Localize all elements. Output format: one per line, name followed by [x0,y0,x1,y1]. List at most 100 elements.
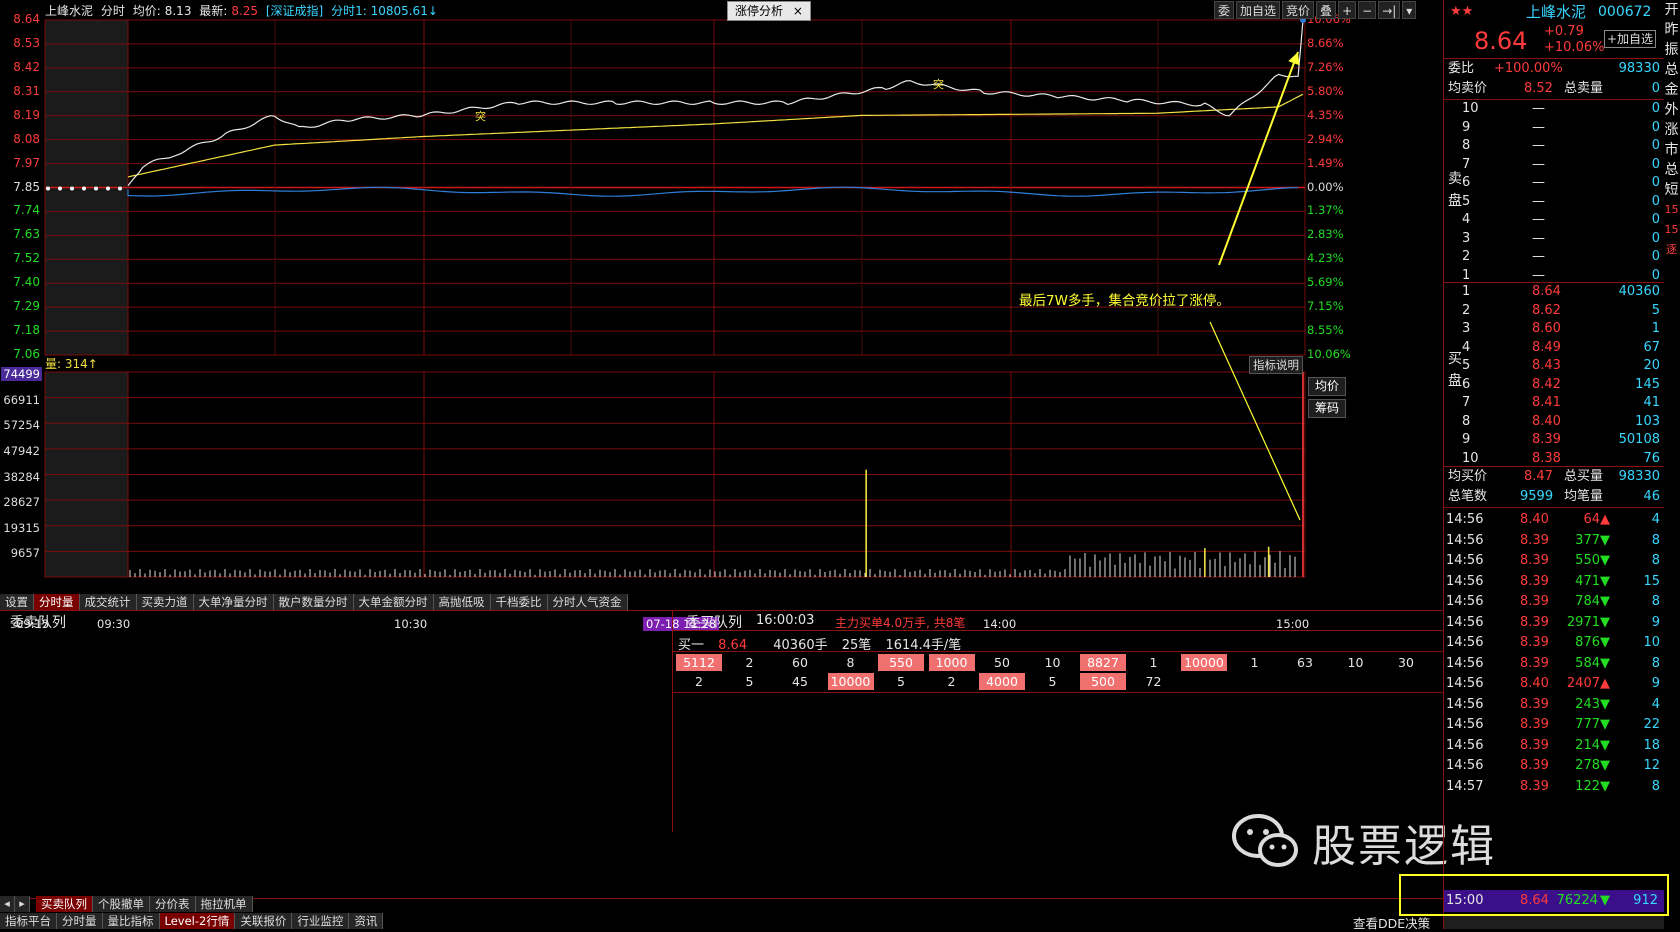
level-volume: 0 [1651,138,1660,153]
buy-queue-title: 委买队列 [686,615,742,631]
entrust-button[interactable]: 委 [1214,1,1235,19]
plus-icon[interactable]: + [1338,1,1357,19]
tab-1[interactable]: 分时量 [34,594,80,610]
tab-0[interactable]: 买卖队列 [36,896,93,912]
tab-9[interactable]: 分时人气资金 [547,594,628,610]
level-volume: 0 [1651,101,1660,116]
pct-tick-label: 7.26% [1307,59,1344,74]
tick-time: 14:57 [1446,778,1484,794]
auction-dot [106,186,110,191]
summary-value: 15 [1664,203,1679,216]
tick-row[interactable]: 14:56 8.39 584 ▼ 8 [1446,653,1664,675]
tick-volume: 122 [1575,778,1600,794]
quote-panel: ★★ 上峰水泥 000672 8.64 +0.79 +10.06% +加自选 委… [1443,0,1664,929]
add-watchlist-button[interactable]: 加自选 [1236,1,1281,19]
tab-3[interactable]: Level-2行情 [159,913,236,929]
tab-4[interactable]: 关联报价 [235,913,293,929]
tick-volume: 64 [1583,512,1600,527]
level-volume: 1 [1651,321,1660,336]
tab-2[interactable]: 量比指标 [102,913,160,929]
tab-2[interactable]: 成交统计 [79,594,137,610]
panel-footer-tabs[interactable] [1444,914,1664,929]
level-price: — [1532,193,1545,209]
level-price: 8.42 [1532,376,1561,392]
close-icon[interactable]: × [793,4,803,18]
add-watchlist-button[interactable]: +加自选 [1604,30,1657,48]
tick-row[interactable]: 14:56 8.39 471 ▼ 15 [1446,571,1664,593]
tab-0[interactable]: 设置 [0,594,34,610]
tab-1[interactable]: 个股撤单 [93,896,150,912]
arrow-down-icon: ▼ [1600,532,1610,548]
tick-row[interactable]: 14:56 8.39 214 ▼ 18 [1446,735,1664,757]
tab-6[interactable]: 大单金额分时 [353,594,434,610]
intraday-chart[interactable] [0,0,1443,640]
tick-row[interactable]: 14:56 8.39 278 ▼ 12 [1446,755,1664,777]
indicator-help-button[interactable]: 指标说明 [1249,356,1303,374]
tab-2[interactable]: 分价表 [150,896,196,912]
divider [673,651,1443,652]
prev-arrow-icon[interactable]: ◂ [0,896,15,912]
tab-4[interactable]: 大单净量分时 [193,594,274,610]
pct-tick-label: 5.80% [1307,83,1344,98]
tick-row[interactable]: 14:57 8.39 122 ▼ 8 [1446,776,1664,798]
tick-row[interactable]: 14:56 8.40 2407 ▲ 9 [1446,673,1664,695]
price-tick-label: 7.63 [13,227,40,242]
chips-button[interactable]: 筹码 [1308,399,1346,418]
level-volume: 0 [1651,156,1660,172]
tab-1[interactable]: 分时量 [57,913,103,929]
tab-7[interactable]: 高抛低吸 [433,594,491,610]
index-label[interactable]: [深证成指] [266,4,323,18]
overlay-button[interactable]: 叠 [1316,1,1337,19]
tick-row[interactable]: 14:56 8.39 377 ▼ 8 [1446,530,1664,552]
level-volume: 76 [1643,450,1660,466]
breakout-marker: 突 [933,78,944,91]
level-price: — [1532,156,1545,172]
summary-label: 涨 [1664,122,1679,138]
avg-price-button[interactable]: 均价 [1308,377,1346,396]
summary-label: 开 [1664,2,1679,18]
level-number: 5 [1462,193,1471,209]
tick-row[interactable]: 14:56 8.39 2971 ▼ 9 [1446,612,1664,634]
level-volume: 50108 [1618,432,1660,447]
tab-5[interactable]: 散户数量分时 [273,594,354,610]
ask-level: 6 — 0 [1444,174,1664,192]
queue-order: 72 [1145,674,1162,689]
bid-level: 5 8.43 20 [1444,357,1664,375]
tab-8[interactable]: 千档委比 [490,594,548,610]
tab-0[interactable]: 指标平台 [0,913,57,929]
tab-3[interactable]: 买卖力道 [136,594,194,610]
tick-count: 12 [1643,758,1660,773]
price-line [46,17,1306,191]
limit-up-analysis-tab[interactable]: 涨停分析 × [727,1,811,21]
tick-row[interactable]: 14:56 8.39 784 ▼ 8 [1446,591,1664,613]
tab-5[interactable]: 行业监控 [292,913,350,929]
summary-label: 总 [1664,162,1679,178]
minus-icon[interactable]: − [1358,1,1377,19]
queue-order: 5112 [676,654,722,671]
tick-price: 8.40 [1520,512,1549,527]
level-number: 4 [1462,339,1471,355]
pct-tick-label: 0.00% [1307,179,1344,194]
level-number: 9 [1462,119,1471,135]
tick-row[interactable]: 14:56 8.40 64 ▲ 4 [1446,509,1664,531]
summary-label: 短 [1664,182,1679,198]
stock-name: 上峰水泥 [45,4,94,18]
tab-3[interactable]: 拖拉机单 [195,896,253,912]
tick-row[interactable]: 14:56 8.39 243 ▼ 4 [1446,694,1664,716]
level-volume: 41 [1643,395,1660,410]
queue-order: 1 [1149,655,1158,670]
level-price: 8.64 [1532,284,1561,299]
tick-row[interactable]: 14:56 8.39 876 ▼ 10 [1446,632,1664,654]
tick-row[interactable]: 14:56 8.39 550 ▼ 8 [1446,550,1664,572]
level-price: 8.62 [1532,302,1561,318]
auction-dot [118,186,122,191]
ask-level: 3 — 0 [1444,230,1664,248]
ask-avg: 8.52 [1524,81,1553,96]
next-arrow-icon[interactable]: ▸ [15,896,30,912]
tab-6[interactable]: 资讯 [349,913,384,929]
jump-end-icon[interactable]: →| [1378,1,1401,19]
auction-button[interactable]: 竞价 [1282,1,1315,19]
dropdown-icon[interactable]: ▾ [1402,1,1417,19]
tick-row[interactable]: 14:56 8.39 777 ▼ 22 [1446,714,1664,736]
summary-label: 市 [1664,142,1679,158]
